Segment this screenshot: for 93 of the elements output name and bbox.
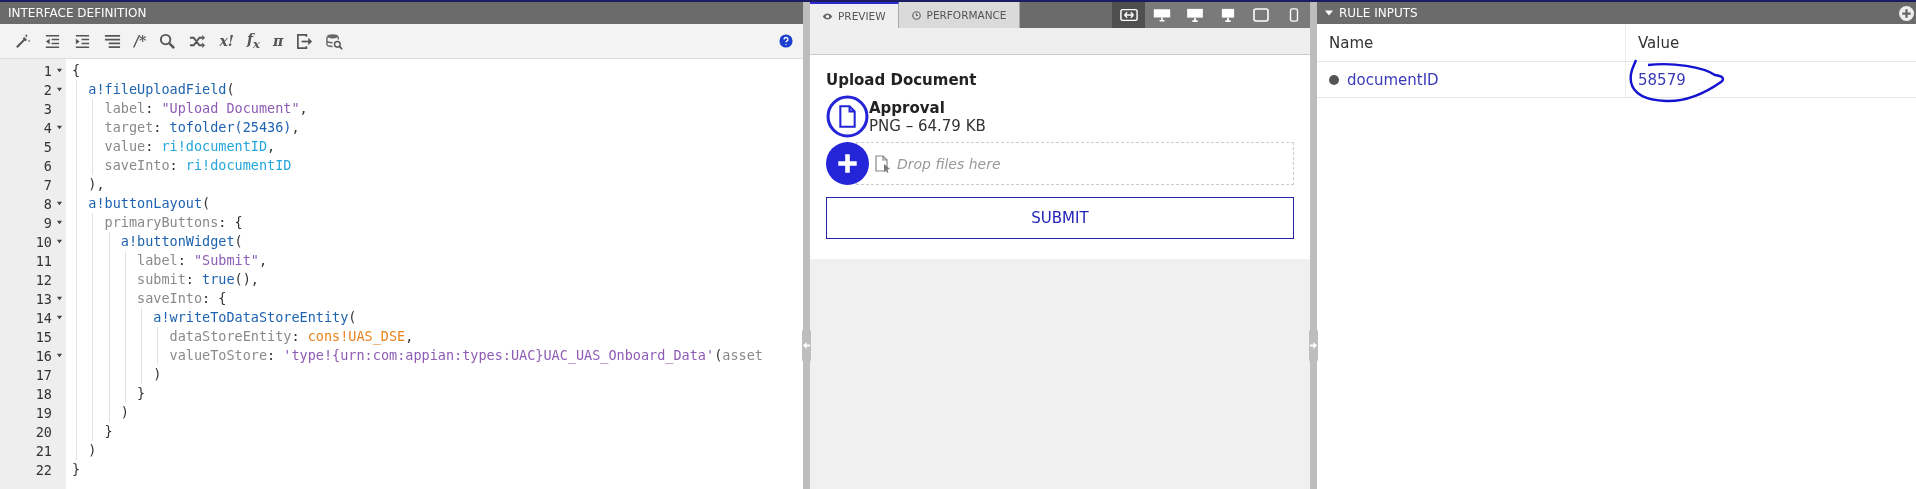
line-number: 11 bbox=[35, 252, 52, 269]
code-line: { bbox=[72, 62, 81, 78]
line-number: 1 bbox=[43, 62, 52, 79]
line-number: 22 bbox=[35, 461, 52, 478]
input-dot-icon bbox=[1329, 74, 1339, 85]
file-cursor-icon bbox=[875, 154, 891, 173]
code-line: a!buttonLayout( bbox=[87, 195, 211, 211]
code-line: label: "Submit", bbox=[136, 252, 268, 268]
field-label: Upload Document bbox=[826, 71, 978, 89]
line-number: 15 bbox=[35, 328, 52, 345]
code-line: saveInto: ri!documentID bbox=[103, 157, 292, 173]
line-number: 9 bbox=[43, 214, 52, 231]
fold-arrow-icon[interactable] bbox=[55, 352, 63, 359]
code-line: ) bbox=[152, 366, 162, 382]
device-button[interactable] bbox=[1145, 2, 1178, 28]
add-file-button[interactable] bbox=[826, 142, 869, 185]
toolbar-button[interactable]: /* bbox=[134, 33, 147, 49]
preview-tab[interactable]: PERFORMANCE bbox=[898, 2, 1020, 28]
fold-arrow-icon[interactable] bbox=[55, 295, 63, 302]
database-search-icon[interactable] bbox=[326, 32, 344, 50]
code-line: } bbox=[136, 385, 146, 401]
line-number: 5 bbox=[43, 138, 52, 155]
line-number: 13 bbox=[35, 290, 52, 307]
fold-arrow-icon[interactable] bbox=[55, 67, 63, 74]
code-line: } bbox=[103, 423, 113, 439]
code-line: saveInto: { bbox=[136, 290, 227, 306]
line-number: 10 bbox=[35, 233, 52, 250]
input-name-link[interactable]: documentID bbox=[1347, 70, 1439, 89]
indent-icon[interactable] bbox=[74, 32, 91, 50]
collapse-triangle-icon[interactable] bbox=[1325, 10, 1333, 16]
code-line: dataStoreEntity: cons!UAS_DSE, bbox=[168, 328, 414, 344]
line-number: 16 bbox=[35, 347, 52, 364]
fold-arrow-icon[interactable] bbox=[55, 314, 63, 321]
code-line: } bbox=[72, 461, 81, 477]
line-number: 4 bbox=[43, 119, 52, 136]
code-line: valueToStore: 'type!{urn:com:appian:types:UAC}UAC_UAS_Onboard_Data'(asset bbox=[168, 347, 763, 363]
help-icon[interactable] bbox=[779, 34, 793, 48]
fold-arrow-icon[interactable] bbox=[55, 219, 63, 226]
submit-button[interactable]: SUBMIT bbox=[826, 197, 1294, 239]
line-number: 17 bbox=[35, 366, 52, 383]
file-info: PNG – 64.79 KB bbox=[869, 116, 986, 135]
line-number: 3 bbox=[43, 100, 52, 117]
code-line: submit: true(), bbox=[136, 271, 259, 287]
line-number: 20 bbox=[35, 423, 52, 440]
document-icon[interactable] bbox=[826, 95, 869, 138]
clock-icon bbox=[910, 10, 922, 20]
tablet-icon bbox=[1251, 8, 1270, 22]
file-name[interactable]: Approval bbox=[869, 98, 986, 117]
list-icon[interactable] bbox=[104, 32, 121, 50]
input-value-link[interactable]: 58579 bbox=[1638, 70, 1686, 89]
column-header: Value bbox=[1625, 24, 1680, 61]
shuffle-icon[interactable] bbox=[189, 32, 207, 50]
code-line: target: tofolder(25436), bbox=[103, 119, 300, 135]
toolbar-button[interactable]: x! bbox=[219, 33, 234, 49]
line-number: 2 bbox=[43, 81, 52, 98]
line-number: 14 bbox=[35, 309, 52, 326]
code-line: value: ri!documentID, bbox=[103, 138, 276, 154]
preview-tab[interactable]: PREVIEW bbox=[810, 2, 899, 28]
monitor-icon bbox=[1185, 8, 1204, 22]
monitor-icon bbox=[1152, 8, 1171, 22]
code-line: primaryButtons: { bbox=[103, 214, 243, 230]
add-icon[interactable] bbox=[1899, 5, 1914, 21]
fold-arrow-icon[interactable] bbox=[55, 124, 63, 131]
code-line: a!fileUploadField( bbox=[87, 81, 235, 97]
code-line: a!writeToDataStoreEntity( bbox=[152, 309, 357, 325]
export-icon[interactable] bbox=[296, 32, 314, 50]
line-number: 19 bbox=[35, 404, 52, 421]
eye-icon bbox=[822, 11, 833, 21]
drop-hint: Drop files here bbox=[897, 155, 1001, 172]
toolbar-button[interactable]: f$_{x}$ bbox=[246, 31, 260, 51]
line-number: 18 bbox=[35, 385, 52, 402]
device-button[interactable] bbox=[1112, 2, 1145, 28]
panel-title: INTERFACE DEFINITION bbox=[8, 6, 147, 20]
line-number: 7 bbox=[43, 176, 52, 193]
line-number: 12 bbox=[35, 271, 52, 288]
code-line: label: "Upload Document", bbox=[103, 100, 308, 116]
device-button[interactable] bbox=[1277, 2, 1310, 28]
code-line: a!buttonWidget( bbox=[119, 233, 243, 249]
toolbar-button[interactable]: π bbox=[272, 33, 284, 49]
code-line: ) bbox=[119, 404, 129, 420]
line-number: 6 bbox=[43, 157, 52, 174]
fold-arrow-icon[interactable] bbox=[55, 86, 63, 93]
fold-arrow-icon[interactable] bbox=[55, 200, 63, 207]
search-icon[interactable] bbox=[159, 32, 177, 50]
fit-width-icon bbox=[1119, 8, 1138, 22]
column-header: Name bbox=[1328, 33, 1375, 52]
code-line: ), bbox=[87, 176, 105, 192]
code-line: ) bbox=[87, 442, 97, 458]
outdent-icon[interactable] bbox=[44, 32, 61, 50]
fold-arrow-icon[interactable] bbox=[55, 238, 63, 245]
line-number: 8 bbox=[43, 195, 52, 212]
line-number: 21 bbox=[35, 442, 52, 459]
panel-title: RULE INPUTS bbox=[1339, 6, 1418, 20]
